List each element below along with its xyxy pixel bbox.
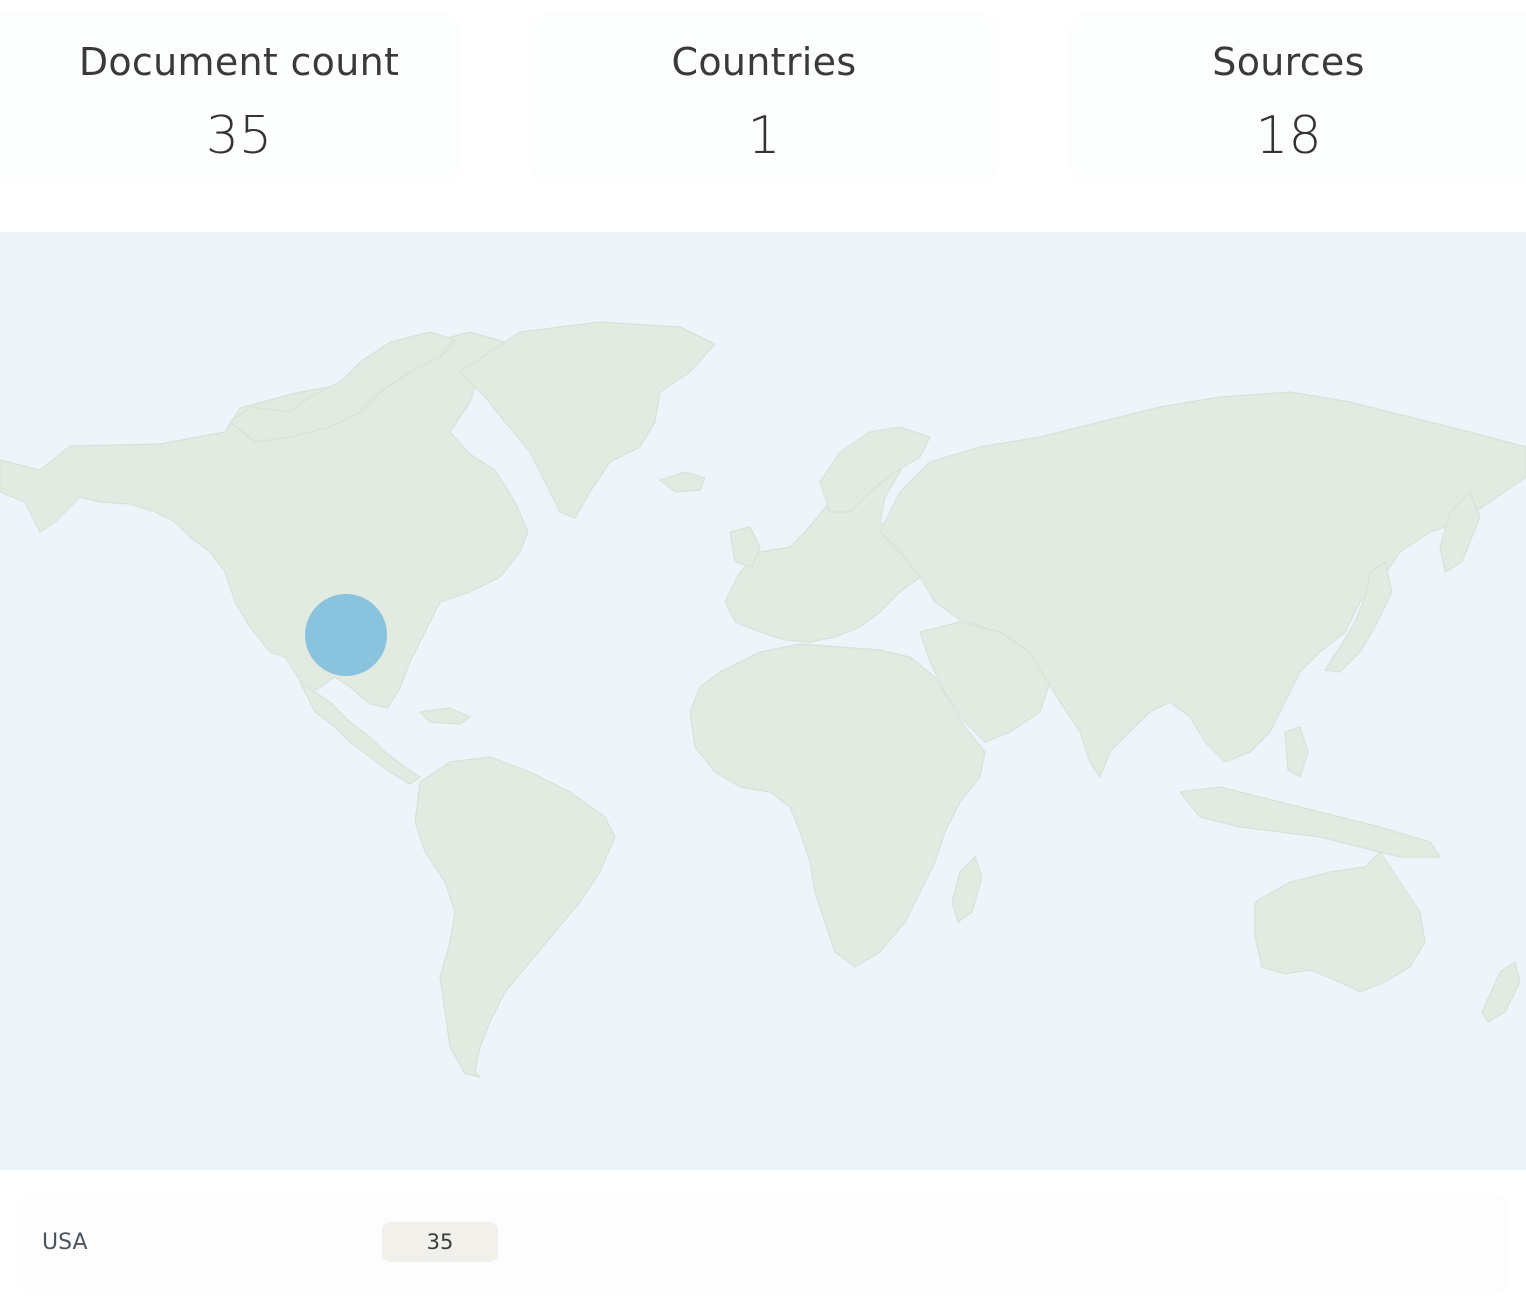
southeast-asia-islands: [1178, 786, 1442, 858]
africa-landmass: [689, 643, 986, 968]
sources-card: Sources 18: [1071, 14, 1526, 182]
table-row-count-badge: 35: [382, 1222, 498, 1262]
world-map[interactable]: [0, 232, 1526, 1170]
north-america-landmass: [0, 331, 529, 709]
australia-landmass: [1254, 851, 1426, 993]
document-count-value: 35: [205, 106, 273, 166]
iceland-landmass: [658, 471, 706, 493]
caribbean-islands: [418, 707, 472, 725]
philippines-landmass: [1284, 726, 1309, 778]
countries-value: 1: [747, 106, 781, 166]
document-count-card: Document count 35: [0, 14, 458, 182]
sources-value: 18: [1255, 106, 1322, 166]
madagascar-landmass: [951, 855, 983, 923]
country-table: USA 35: [18, 1196, 1506, 1292]
sources-label: Sources: [1212, 40, 1365, 84]
table-row-country[interactable]: USA: [42, 1230, 88, 1255]
stats-bar: Document count 35 Countries 1 Sources 18: [0, 0, 1526, 200]
document-count-label: Document count: [78, 40, 400, 84]
usa-marker-bubble[interactable]: [305, 594, 387, 676]
countries-label: Countries: [671, 40, 857, 84]
world-map-svg: [0, 321, 1526, 1078]
new-zealand-landmass: [1481, 961, 1521, 1023]
countries-card: Countries 1: [531, 14, 997, 182]
south-america-landmass: [414, 756, 616, 1078]
central-america-landmass: [298, 680, 422, 785]
